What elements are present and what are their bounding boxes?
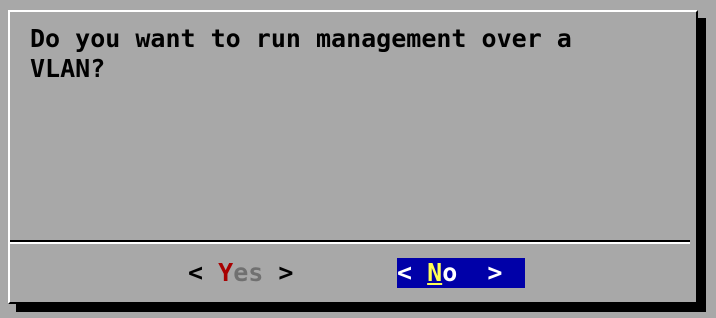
no-label-rest: o — [442, 258, 458, 287]
yes-label-rest: es — [233, 258, 264, 287]
button-separator — [10, 240, 690, 244]
yes-button[interactable]: < Yes > — [188, 258, 293, 288]
no-button[interactable]: < No > — [397, 258, 525, 288]
dialog-message: Do you want to run management over a VLA… — [30, 24, 572, 83]
yes-hotkey: Y — [218, 258, 234, 287]
no-right-bracket: > — [487, 258, 503, 287]
no-left-bracket: < — [397, 258, 413, 287]
yes-left-bracket: < — [188, 258, 204, 287]
yes-right-bracket: > — [278, 258, 294, 287]
dialog-shadow-bottom — [16, 304, 706, 312]
no-hotkey: N — [427, 258, 443, 287]
dialog-shadow-right — [698, 18, 706, 312]
